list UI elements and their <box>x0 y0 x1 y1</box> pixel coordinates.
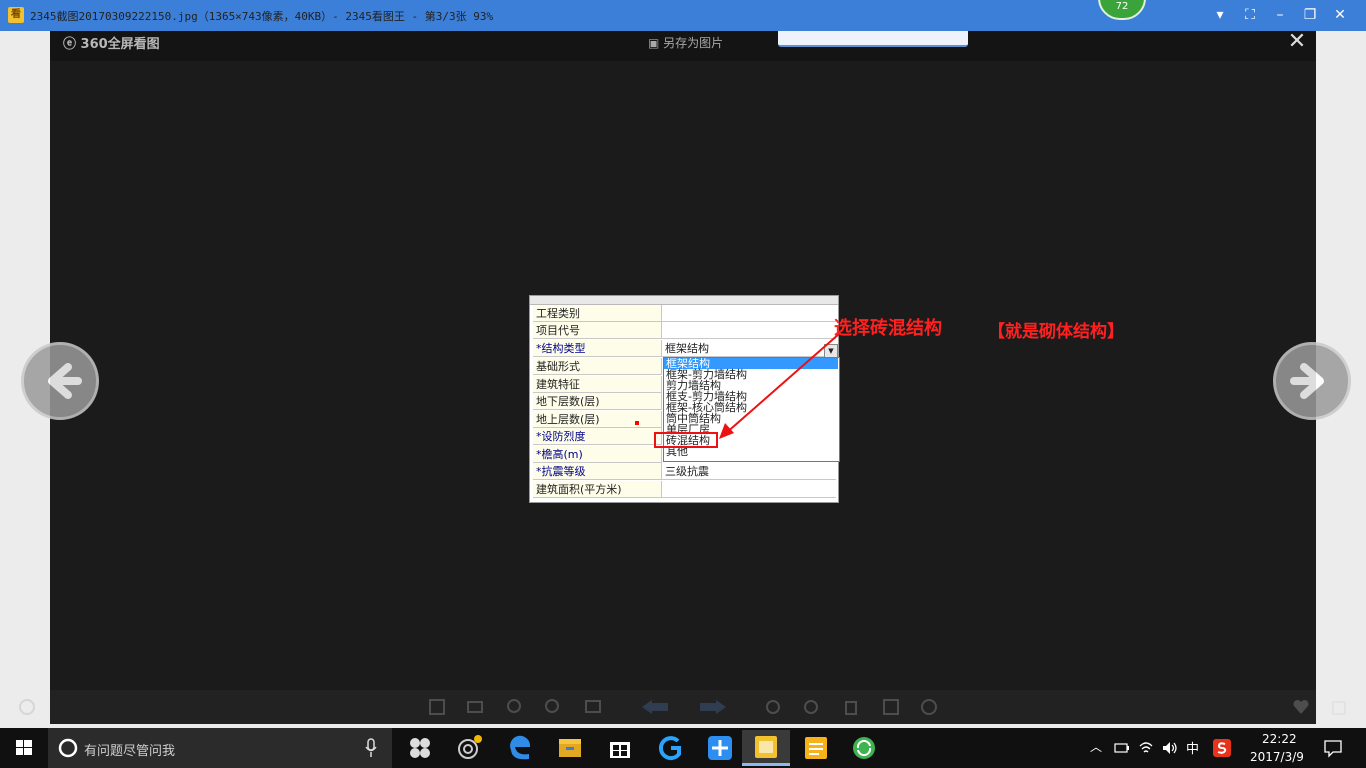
start-button[interactable] <box>0 728 48 768</box>
volume-icon[interactable] <box>1161 740 1179 756</box>
ime-toolbar[interactable] <box>778 31 968 47</box>
slideshow-icon[interactable] <box>584 698 602 716</box>
annotation-arrow <box>719 333 840 439</box>
rotate-right-icon[interactable] <box>802 698 820 716</box>
next-small-icon[interactable] <box>698 698 728 716</box>
red-marker-dot <box>635 421 639 425</box>
folder-icon <box>559 739 581 757</box>
annotation-sub: 【就是砌体结构】 <box>988 322 1124 342</box>
stage-close-icon[interactable]: ✕ <box>1286 31 1308 53</box>
sogou-ime-icon[interactable] <box>1212 738 1232 758</box>
form-header <box>530 296 838 305</box>
taskbar-app-store[interactable] <box>596 730 644 766</box>
more-icon[interactable] <box>920 698 938 716</box>
plane-app-icon <box>708 736 732 760</box>
restore-button[interactable]: ❐ <box>1298 4 1322 26</box>
cortana-ring-icon <box>58 738 78 758</box>
highlight-box <box>654 432 718 448</box>
image-viewer-icon <box>755 736 777 758</box>
taskbar-app-edge[interactable] <box>496 730 544 766</box>
g-app-icon <box>658 736 681 761</box>
row-label: 建筑特征 <box>533 376 662 393</box>
spiral-app-icon <box>458 735 482 759</box>
sync-icon <box>853 737 875 759</box>
row-label: 地上层数(层) <box>533 411 662 428</box>
save-as-image-button[interactable]: ▣ 另存为图片 <box>648 34 723 51</box>
microphone-icon[interactable] <box>364 738 378 758</box>
row-label: *抗震等级 <box>533 463 662 480</box>
task-view-icon <box>410 738 430 758</box>
notification-center-icon[interactable] <box>1323 738 1343 758</box>
taskbar-app-notepad[interactable] <box>792 730 840 766</box>
fit-icon[interactable] <box>428 698 446 716</box>
clock-date[interactable]: 2017/3/9 <box>1250 750 1304 764</box>
row-value[interactable] <box>662 305 836 322</box>
favorite-heart-icon[interactable] <box>1292 698 1310 716</box>
prev-small-icon[interactable] <box>640 698 670 716</box>
row-label: *结构类型 <box>533 340 662 357</box>
info-icon[interactable] <box>18 698 36 716</box>
floppy-icon: ▣ <box>648 36 660 50</box>
zoom-in-icon[interactable] <box>506 698 524 716</box>
edge-browser-icon <box>510 735 531 760</box>
viewer-brand: ⓔ 360全屏看图 <box>63 33 160 52</box>
close-button[interactable]: ✕ <box>1328 4 1352 26</box>
row-label: *檐高(m) <box>533 446 662 463</box>
delete-icon[interactable] <box>842 698 860 716</box>
task-view-button[interactable] <box>396 730 444 766</box>
row-label: 项目代号 <box>533 322 662 339</box>
ime-language-indicator[interactable]: 中 <box>1186 738 1199 757</box>
row-value[interactable]: 三级抗震 <box>662 463 836 480</box>
recycle-icon[interactable] <box>1330 698 1348 716</box>
app-icon: 看 <box>8 7 24 23</box>
taskbar-app-sync[interactable] <box>840 730 888 766</box>
viewer-toolbar <box>50 690 1316 724</box>
row-label: 工程类别 <box>533 305 662 322</box>
annotation-main: 选择砖混结构 <box>834 318 942 339</box>
battery-icon[interactable] <box>1114 741 1130 755</box>
taskbar-app-g[interactable] <box>646 730 694 766</box>
row-label: 基础形式 <box>533 358 662 375</box>
minimize-button[interactable]: – <box>1268 4 1292 26</box>
ie-logo-icon: ⓔ <box>63 37 77 52</box>
wifi-icon[interactable] <box>1138 740 1154 756</box>
windows-logo-icon <box>16 740 32 755</box>
taskbar-app-explorer[interactable] <box>546 730 594 766</box>
arrow-right-icon <box>1290 363 1324 399</box>
row-label: 建筑面积(平方米) <box>533 481 662 498</box>
edit-icon[interactable] <box>882 698 900 716</box>
rotate-left-icon[interactable] <box>764 698 782 716</box>
viewer-brand-label: 360全屏看图 <box>80 37 160 52</box>
row-label: 地下层数(层) <box>533 393 662 410</box>
clock-time[interactable]: 22:22 <box>1262 732 1297 746</box>
taskbar-app-2345-viewer[interactable] <box>742 730 790 766</box>
fullscreen-button[interactable]: ⛶ <box>1238 4 1262 26</box>
save-as-label: 另存为图片 <box>663 36 724 50</box>
row-label: *设防烈度 <box>533 428 662 445</box>
menu-dropdown-button[interactable]: ▾ <box>1208 4 1232 26</box>
taskbar-app-plane[interactable] <box>696 730 744 766</box>
row-value[interactable] <box>662 481 836 498</box>
show-hidden-icons-chevron-up-icon[interactable]: ︿ <box>1090 738 1102 755</box>
store-bag-icon <box>610 742 630 758</box>
taskbar-app-spiral[interactable] <box>446 730 494 766</box>
zoom-out-icon[interactable] <box>544 698 562 716</box>
arrow-left-icon <box>48 363 82 399</box>
next-image-button[interactable] <box>1273 342 1351 420</box>
notepad-icon <box>805 737 827 759</box>
window-title: 2345截图20170309222150.jpg（1365×743像素，40KB… <box>30 10 494 23</box>
original-size-icon[interactable] <box>466 698 484 716</box>
search-placeholder: 有问题尽管问我 <box>84 744 176 759</box>
previous-image-button[interactable] <box>21 342 99 420</box>
